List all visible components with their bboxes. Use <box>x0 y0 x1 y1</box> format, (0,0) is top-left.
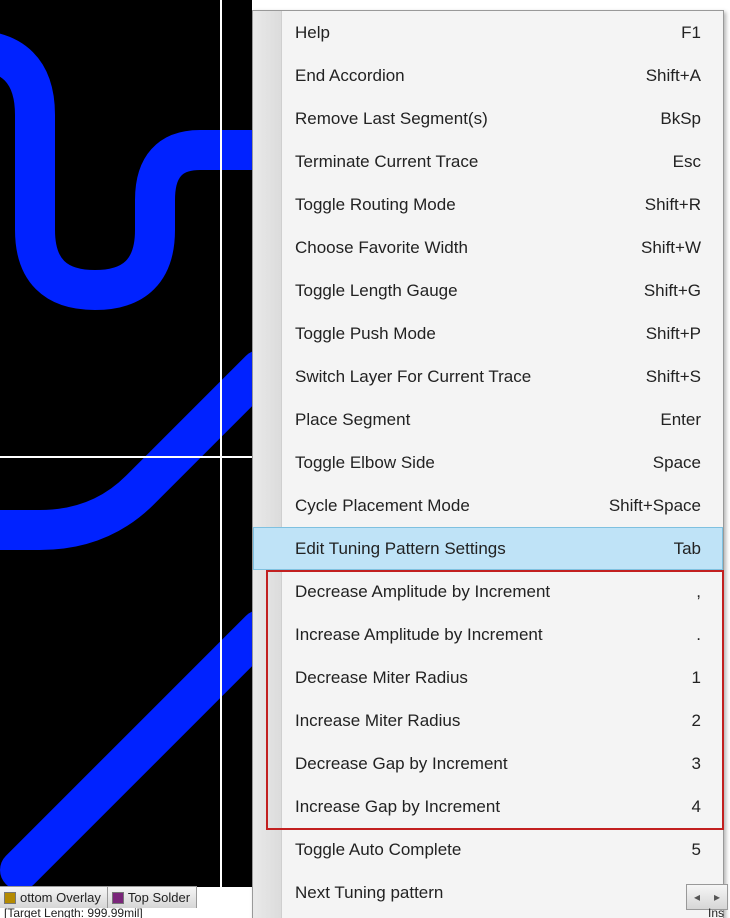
menu-item[interactable]: Place Segment Enter <box>253 398 723 441</box>
menu-item[interactable]: Next Tuning patternP <box>253 871 723 914</box>
menu-item-label: End Accordion <box>295 54 405 97</box>
menu-item-shortcut: Shift+S <box>646 355 701 398</box>
menu-item-shortcut: 1 <box>692 656 701 699</box>
menu-item[interactable]: Increase Miter Radius 2 <box>253 699 723 742</box>
menu-item-label: Edit Tuning Pattern Settings <box>295 527 506 570</box>
tab-label: ottom Overlay <box>20 890 101 905</box>
menu-item[interactable]: Toggle Elbow Side Space <box>253 441 723 484</box>
menu-item[interactable]: Decrease Gap by Increment 3 <box>253 742 723 785</box>
menu-item-label: Increase Miter Radius <box>295 699 460 742</box>
menu-item-label: Switch Layer For Current Trace <box>295 355 531 398</box>
app-stage: HelpF1End AccordionShift+ARemove Last Se… <box>0 0 730 918</box>
menu-item-shortcut: Shift+A <box>646 54 701 97</box>
menu-item-label: Choose Favorite Width <box>295 226 468 269</box>
menu-item[interactable]: Choose Favorite Width Shift+W <box>253 226 723 269</box>
menu-item-label: Cycle Placement Mode <box>295 484 470 527</box>
grid-line-v <box>220 0 222 887</box>
grid-line-h <box>0 456 252 458</box>
menu-item-label: Increase Amplitude by Increment <box>295 613 543 656</box>
menu-item-label: Next Tuning pattern <box>295 871 443 914</box>
menu-item[interactable]: Help F1 <box>253 11 723 54</box>
layer-tabs: ottom Overlay Top Solder <box>0 886 197 908</box>
menu-item-label: Place Segment <box>295 398 410 441</box>
menu-item[interactable]: Cycle Placement Mode Shift+Space <box>253 484 723 527</box>
menu-item-shortcut: BkSp <box>660 97 701 140</box>
menu-item[interactable]: Remove Last Segment(s) BkSp <box>253 97 723 140</box>
menu-item-shortcut: Enter <box>660 398 701 441</box>
menu-item-shortcut: Shift+R <box>645 183 701 226</box>
menu-item[interactable]: Toggle Length Gauge Shift+G <box>253 269 723 312</box>
menu-item[interactable]: Toggle Push Mode Shift+P <box>253 312 723 355</box>
menu-item-label: Decrease Gap by Increment <box>295 742 508 785</box>
trace-graphic <box>0 0 252 887</box>
tab-label: Top Solder <box>128 890 190 905</box>
menu-item-label: Toggle Auto Complete <box>295 828 461 871</box>
status-target-length: [Target Length: 999.99mil] <box>4 906 143 918</box>
menu-item-shortcut: . <box>696 613 701 656</box>
scroll-left-icon[interactable]: ◂ <box>690 890 704 904</box>
pcb-canvas[interactable] <box>0 0 252 887</box>
menu-item-shortcut: Esc <box>673 140 701 183</box>
menu-item-shortcut: 5 <box>692 828 701 871</box>
menu-item-shortcut: Space <box>653 441 701 484</box>
menu-item-label: Toggle Amplitude Direction <box>295 914 496 918</box>
menu-item-shortcut: 2 <box>692 699 701 742</box>
menu-item-label: Decrease Amplitude by Increment <box>295 570 550 613</box>
menu-item[interactable]: Decrease Amplitude by Increment, <box>253 570 723 613</box>
tab-bottom-overlay[interactable]: ottom Overlay <box>0 886 108 908</box>
scroll-right-icon[interactable]: ▸ <box>710 890 724 904</box>
menu-item[interactable]: Toggle Routing Mode Shift+R <box>253 183 723 226</box>
menu-item[interactable]: Decrease Miter Radius 1 <box>253 656 723 699</box>
swatch-icon <box>4 892 16 904</box>
menu-item-label: Help <box>295 11 330 54</box>
menu-item-label: Terminate Current Trace <box>295 140 478 183</box>
menu-item-shortcut: Shift+P <box>646 312 701 355</box>
menu-item[interactable]: Increase Gap by Increment 4 <box>253 785 723 828</box>
menu-item-shortcut: Shift+G <box>644 269 701 312</box>
menu-item-shortcut: F1 <box>681 11 701 54</box>
menu-item[interactable]: End Accordion Shift+A <box>253 54 723 97</box>
context-menu: HelpF1End AccordionShift+ARemove Last Se… <box>252 10 724 918</box>
menu-item-label: Toggle Push Mode <box>295 312 436 355</box>
menu-item-shortcut: Shift+W <box>641 226 701 269</box>
swatch-icon <box>112 892 124 904</box>
menu-item[interactable]: Toggle Auto Complete 5 <box>253 828 723 871</box>
menu-item-label: Toggle Elbow Side <box>295 441 435 484</box>
menu-item[interactable]: Edit Tuning Pattern Settings Tab <box>253 527 723 570</box>
menu-item[interactable]: Increase Amplitude by Increment. <box>253 613 723 656</box>
menu-item-shortcut: Tab <box>674 527 701 570</box>
menu-item[interactable]: Toggle Amplitude Direction Y <box>253 914 723 918</box>
menu-item-label: Toggle Routing Mode <box>295 183 456 226</box>
menu-item-shortcut: , <box>696 570 701 613</box>
menu-item-label: Toggle Length Gauge <box>295 269 458 312</box>
menu-item-label: Decrease Miter Radius <box>295 656 468 699</box>
menu-item-shortcut: 4 <box>692 785 701 828</box>
menu-item[interactable]: Terminate Current Trace Esc <box>253 140 723 183</box>
menu-item-shortcut: Y <box>690 914 701 918</box>
menu-item-label: Increase Gap by Increment <box>295 785 500 828</box>
status-ins: Ins <box>708 906 724 918</box>
menu-item-label: Remove Last Segment(s) <box>295 97 488 140</box>
menu-item-shortcut: Shift+Space <box>609 484 701 527</box>
tab-top-solder[interactable]: Top Solder <box>108 886 197 908</box>
menu-item[interactable]: Switch Layer For Current Trace Shift+S <box>253 355 723 398</box>
menu-item-shortcut: 3 <box>692 742 701 785</box>
